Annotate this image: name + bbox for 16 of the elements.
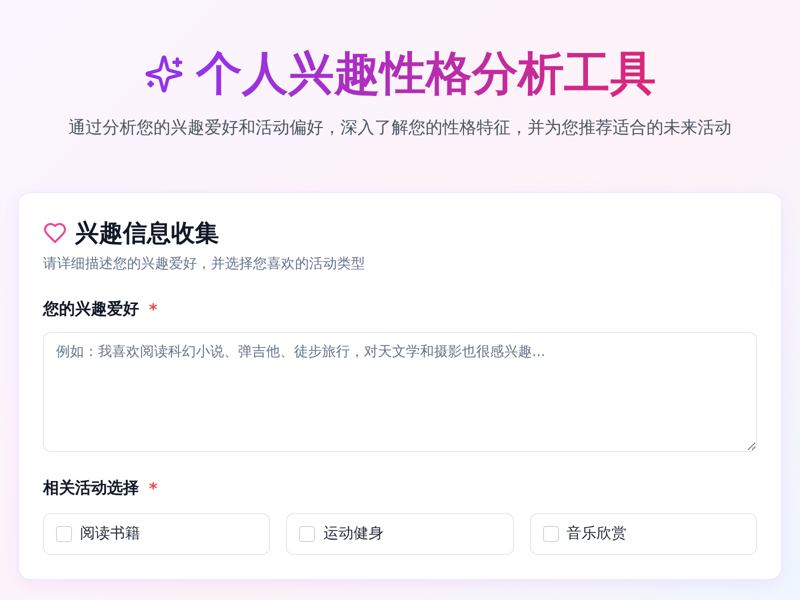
card-title: 兴趣信息收集 (75, 218, 219, 249)
field-label: 相关活动选择 (43, 478, 139, 499)
activity-option[interactable]: 运动健身 (286, 512, 514, 555)
page-subtitle: 通过分析您的兴趣爱好和活动偏好，深入了解您的性格特征，并为您推荐适合的未来活动 (68, 116, 732, 140)
sparkles-icon (144, 54, 184, 94)
interests-field[interactable]: 例如：我喜欢阅读科幻小说、弹吉他、徒步旅行，对天文学和摄影也很感兴趣... (43, 332, 757, 452)
activity-option[interactable]: 阅读书籍 (43, 512, 270, 555)
checkbox[interactable] (542, 526, 559, 542)
activity-option[interactable]: 音乐欣赏 (530, 512, 757, 555)
required-mark: * (149, 478, 158, 498)
checkbox[interactable] (299, 526, 316, 542)
field-label: 您的兴趣爱好 (43, 298, 139, 320)
required-mark: * (149, 300, 158, 319)
heart-icon (43, 220, 67, 245)
checkbox[interactable] (56, 526, 72, 542)
card-description: 请详细描述您的兴趣爱好，并选择您喜欢的活动类型 (43, 254, 366, 273)
